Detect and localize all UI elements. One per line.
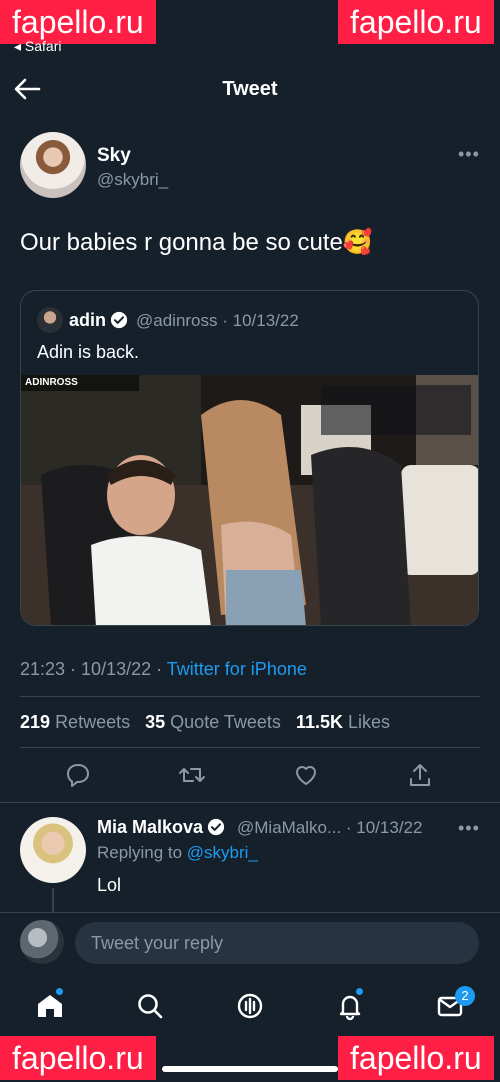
quoted-tweet-text: Adin is back. — [37, 342, 140, 362]
tweet-source-link[interactable]: Twitter for iPhone — [167, 659, 307, 679]
tweet-stats: 219 Retweets 35 Quote Tweets 11.5K Likes — [20, 712, 390, 733]
home-indicator[interactable] — [162, 1066, 338, 1072]
retweet-icon[interactable] — [178, 761, 206, 789]
messages-badge: 2 — [455, 986, 475, 1006]
page-title: Tweet — [222, 78, 278, 100]
watermark-bottom-left: fapello.ru — [0, 1036, 156, 1080]
author-avatar[interactable] — [20, 132, 86, 198]
home-icon[interactable] — [34, 990, 66, 1022]
tweet-text: Our babies r gonna be so cute🥰 — [20, 229, 373, 256]
share-icon[interactable] — [406, 761, 434, 789]
quote-tweets-stat[interactable]: 35 Quote Tweets — [145, 712, 281, 732]
reply-author-avatar[interactable] — [20, 817, 86, 883]
section-divider — [0, 802, 500, 803]
tweet-timestamp: 21:23 · 10/13/22 · Twitter for iPhone — [20, 659, 307, 679]
quoted-tweet-card[interactable]: adin @adinross · 10/13/22 Adin is back. … — [20, 290, 479, 626]
spaces-icon[interactable] — [234, 990, 266, 1022]
watermark-bottom-right: fapello.ru — [338, 1036, 494, 1080]
watermark-top-right: fapello.ru — [338, 0, 494, 44]
author-name[interactable]: Sky — [97, 145, 131, 167]
retweets-stat[interactable]: 219 Retweets — [20, 712, 130, 732]
reply-author-name[interactable]: Mia Malkova — [97, 817, 225, 838]
quoted-author-name[interactable]: adin — [69, 310, 128, 331]
reply-more-options-icon[interactable]: ••• — [458, 818, 480, 839]
home-notification-dot — [56, 988, 63, 995]
reply-meta: @MiaMalko... · 10/13/22 — [237, 818, 423, 837]
reply-icon[interactable] — [64, 761, 92, 789]
quoted-tweet-meta: @adinross · 10/13/22 — [136, 311, 299, 330]
replying-to-line: Replying to @skybri_ — [97, 843, 258, 862]
quoted-author-avatar[interactable] — [37, 307, 63, 333]
reply-text: Lol — [97, 875, 122, 895]
back-to-safari-link[interactable]: ◂ Safari — [14, 38, 62, 55]
verified-badge-icon — [110, 311, 128, 329]
divider — [20, 696, 480, 697]
notifications-icon[interactable] — [334, 990, 366, 1022]
author-handle[interactable]: @skybri_ — [97, 170, 168, 190]
notifications-dot — [356, 988, 363, 995]
like-icon[interactable] — [292, 761, 320, 789]
divider — [20, 747, 480, 748]
stream-overlay-tag: ADINROSS — [25, 377, 78, 388]
quoted-tweet-video-thumbnail[interactable] — [21, 375, 479, 626]
likes-stat[interactable]: 11.5K Likes — [296, 712, 390, 732]
current-user-avatar[interactable] — [20, 920, 64, 964]
replying-to-handle[interactable]: @skybri_ — [187, 843, 258, 862]
search-icon[interactable] — [134, 990, 166, 1022]
reply-input[interactable] — [75, 922, 479, 964]
more-options-icon[interactable]: ••• — [458, 144, 480, 165]
verified-badge-icon — [207, 818, 225, 836]
thread-line — [52, 888, 54, 912]
bottom-tab-bar: 2 — [0, 978, 500, 1038]
